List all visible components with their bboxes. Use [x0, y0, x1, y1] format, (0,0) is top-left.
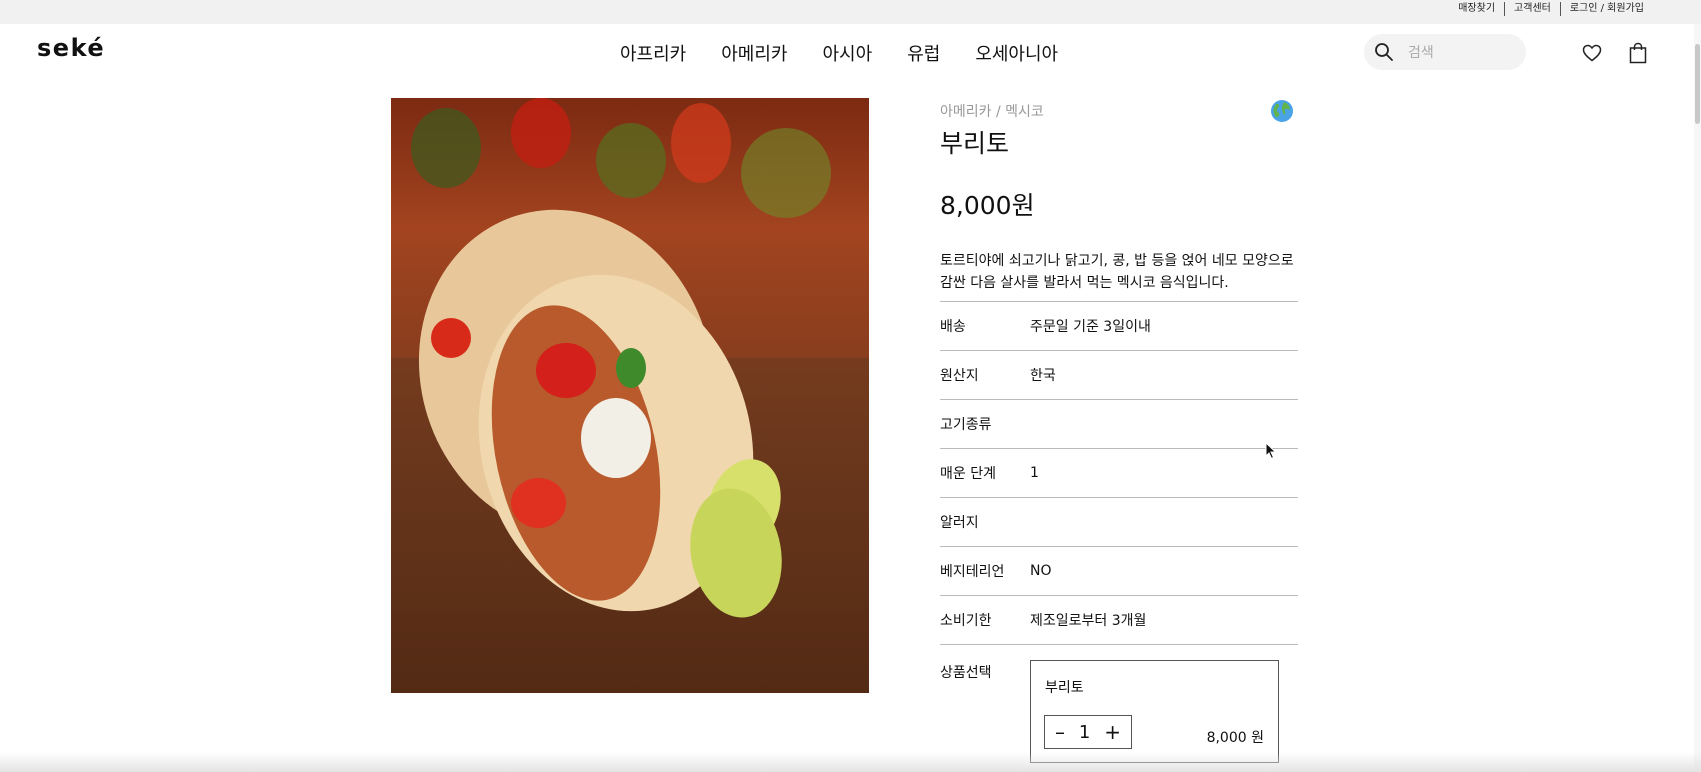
search-box[interactable]	[1364, 34, 1526, 70]
nav-item-asia[interactable]: 아시아	[823, 40, 873, 66]
logo[interactable]: seké	[37, 34, 105, 62]
spec-label: 매운 단계	[940, 466, 996, 482]
nav-item-europe[interactable]: 유럽	[907, 40, 940, 66]
option-label: 상품선택	[940, 665, 992, 681]
option-name: 부리토	[1045, 680, 1084, 696]
spec-value: 한국	[1030, 368, 1056, 384]
top-links: 매장찾기 고객센터 로그인 / 회원가입	[1449, 0, 1653, 18]
nav-item-america[interactable]: 아메리카	[721, 40, 787, 66]
quantity-plus-button[interactable]: +	[1104, 722, 1121, 742]
bottom-shadow	[0, 752, 1701, 772]
breadcrumb[interactable]: 아메리카 / 멕시코	[940, 101, 1044, 121]
search-input[interactable]	[1406, 42, 1520, 64]
spec-label: 알러지	[940, 515, 979, 531]
spec-value: 1	[1030, 465, 1039, 481]
scrollbar[interactable]	[1694, 24, 1701, 772]
product-description: 토르티야에 쇠고기나 닭고기, 콩, 밥 등을 얹어 네모 모양으로 감싼 다음…	[940, 253, 1294, 291]
quantity-stepper: – 1 +	[1044, 715, 1132, 749]
spec-row-vegetarian: 베지테리언 NO	[940, 546, 1298, 595]
spec-label: 고기종류	[940, 417, 992, 433]
mouse-cursor-icon	[1265, 442, 1277, 460]
store-finder-link[interactable]: 매장찾기	[1449, 1, 1504, 17]
option-box: 부리토 – 1 + 8,000 원	[1030, 660, 1279, 763]
scrollbar-thumb[interactable]	[1695, 44, 1700, 124]
spec-row-delivery: 배송 주문일 기준 3일이내	[940, 301, 1298, 350]
product-price: 8,000원	[940, 191, 1035, 220]
product-title: 부리토	[940, 129, 1010, 158]
nav-item-africa[interactable]: 아프리카	[620, 40, 686, 66]
search-icon[interactable]	[1374, 42, 1394, 62]
globe-icon	[1271, 100, 1293, 122]
login-signup-link[interactable]: 로그인 / 회원가입	[1561, 1, 1653, 17]
option-price: 8,000 원	[1206, 730, 1264, 746]
spec-row-meat-type: 고기종류	[940, 399, 1298, 448]
quantity-minus-button[interactable]: –	[1055, 722, 1065, 742]
spec-table: 배송 주문일 기준 3일이내 원산지 한국 고기종류 매운 단계 1 알러지 베…	[940, 301, 1298, 645]
spec-label: 소비기한	[940, 613, 992, 629]
heart-icon[interactable]	[1582, 44, 1602, 62]
quantity-value: 1	[1078, 721, 1091, 743]
spec-value: NO	[1030, 563, 1052, 579]
shopping-bag-icon[interactable]	[1629, 42, 1647, 64]
spec-row-origin: 원산지 한국	[940, 350, 1298, 399]
top-utility-bar: 매장찾기 고객센터 로그인 / 회원가입	[0, 0, 1701, 24]
spec-label: 배송	[940, 319, 966, 335]
spec-value: 주문일 기준 3일이내	[1030, 319, 1151, 335]
spec-label: 원산지	[940, 368, 979, 384]
spec-row-expiry: 소비기한 제조일로부터 3개월	[940, 595, 1298, 645]
product-image	[391, 98, 869, 693]
nav-item-oceania[interactable]: 오세아니아	[975, 40, 1058, 66]
spec-row-allergy: 알러지	[940, 497, 1298, 546]
customer-center-link[interactable]: 고객센터	[1505, 1, 1560, 17]
spec-label: 베지테리언	[940, 564, 1005, 580]
main-nav: 아프리카 아메리카 아시아 유럽 오세아니아	[620, 40, 1093, 66]
spec-row-spice-level: 매운 단계 1	[940, 448, 1298, 497]
spec-value: 제조일로부터 3개월	[1030, 613, 1147, 629]
